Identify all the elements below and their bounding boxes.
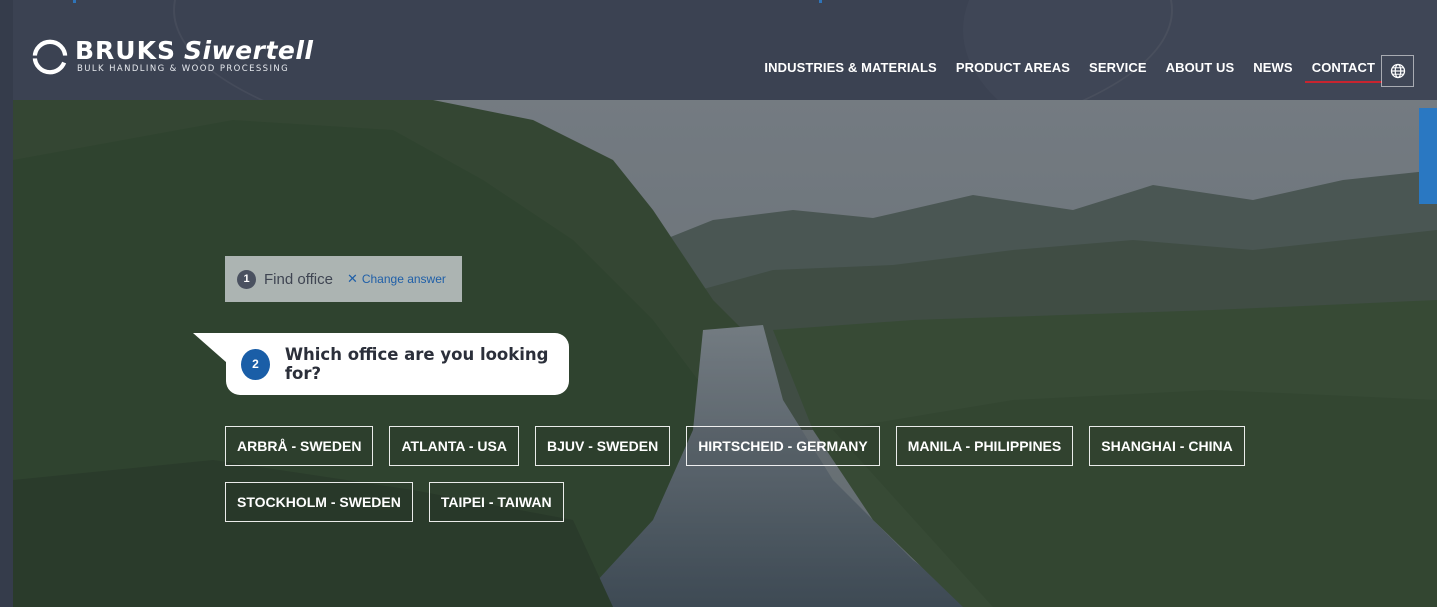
logo-mark-icon — [31, 39, 69, 75]
office-button-hirtscheid[interactable]: HIRTSCHEID - GERMANY — [686, 426, 880, 466]
step-answer-label: Find office — [264, 270, 333, 288]
question-bubble: 2 Which office are you looking for? — [226, 333, 569, 395]
nav-item-about-us[interactable]: ABOUT US — [1166, 60, 1235, 83]
site-header: BRUKS Siwertell BULK HANDLING & WOOD PRO… — [13, 0, 1437, 100]
step-number-badge: 1 — [237, 269, 256, 289]
nav-item-product-areas[interactable]: PRODUCT AREAS — [956, 60, 1070, 83]
answered-step-chip: 1 Find office ✕ Change answer — [225, 256, 462, 302]
office-button-stockholm[interactable]: STOCKHOLM - SWEDEN — [225, 482, 413, 522]
office-button-atlanta[interactable]: ATLANTA - USA — [389, 426, 519, 466]
office-button-arbra[interactable]: ARBRÅ - SWEDEN — [225, 426, 374, 466]
change-answer-label: Change answer — [361, 272, 446, 286]
close-icon: ✕ — [346, 271, 358, 286]
header-top-marker — [73, 0, 76, 3]
header-top-marker — [819, 0, 822, 3]
office-button-bjuv[interactable]: BJUV - SWEDEN — [534, 426, 671, 466]
office-button-shanghai[interactable]: SHANGHAI - CHINA — [1089, 426, 1245, 466]
left-edge-strip — [0, 0, 13, 607]
step-number-badge: 2 — [241, 348, 270, 380]
main-nav: INDUSTRIES & MATERIALS PRODUCT AREAS SER… — [745, 60, 1383, 83]
office-button-taipei[interactable]: TAIPEI - TAIWAN — [428, 482, 564, 522]
language-button[interactable] — [1381, 55, 1414, 87]
office-options: ARBRÅ - SWEDEN ATLANTA - USA BJUV - SWED… — [225, 426, 1245, 538]
nav-item-industries-materials[interactable]: INDUSTRIES & MATERIALS — [764, 60, 936, 83]
nav-item-service[interactable]: SERVICE — [1089, 60, 1147, 83]
brand-name: BRUKS — [75, 36, 176, 65]
change-answer-link[interactable]: ✕ Change answer — [347, 271, 446, 287]
header-decor-arc — [963, 0, 1437, 100]
globe-icon — [1390, 63, 1405, 79]
office-row: ARBRÅ - SWEDEN ATLANTA - USA BJUV - SWED… — [225, 426, 1245, 466]
question-text: Which office are you looking for? — [284, 345, 549, 383]
nav-item-contact[interactable]: CONTACT — [1304, 60, 1383, 83]
side-feedback-tab[interactable] — [1419, 108, 1437, 204]
nav-item-news[interactable]: NEWS — [1253, 60, 1292, 83]
office-row: STOCKHOLM - SWEDEN TAIPEI - TAIWAN — [225, 482, 1225, 522]
brand-logo[interactable]: BRUKS Siwertell BULK HANDLING & WOOD PRO… — [31, 38, 313, 76]
brand-tagline: BULK HANDLING & WOOD PROCESSING — [77, 64, 290, 74]
brand-name-script: Siwertell — [183, 36, 314, 65]
office-button-manila[interactable]: MANILA - PHILIPPINES — [895, 426, 1074, 466]
